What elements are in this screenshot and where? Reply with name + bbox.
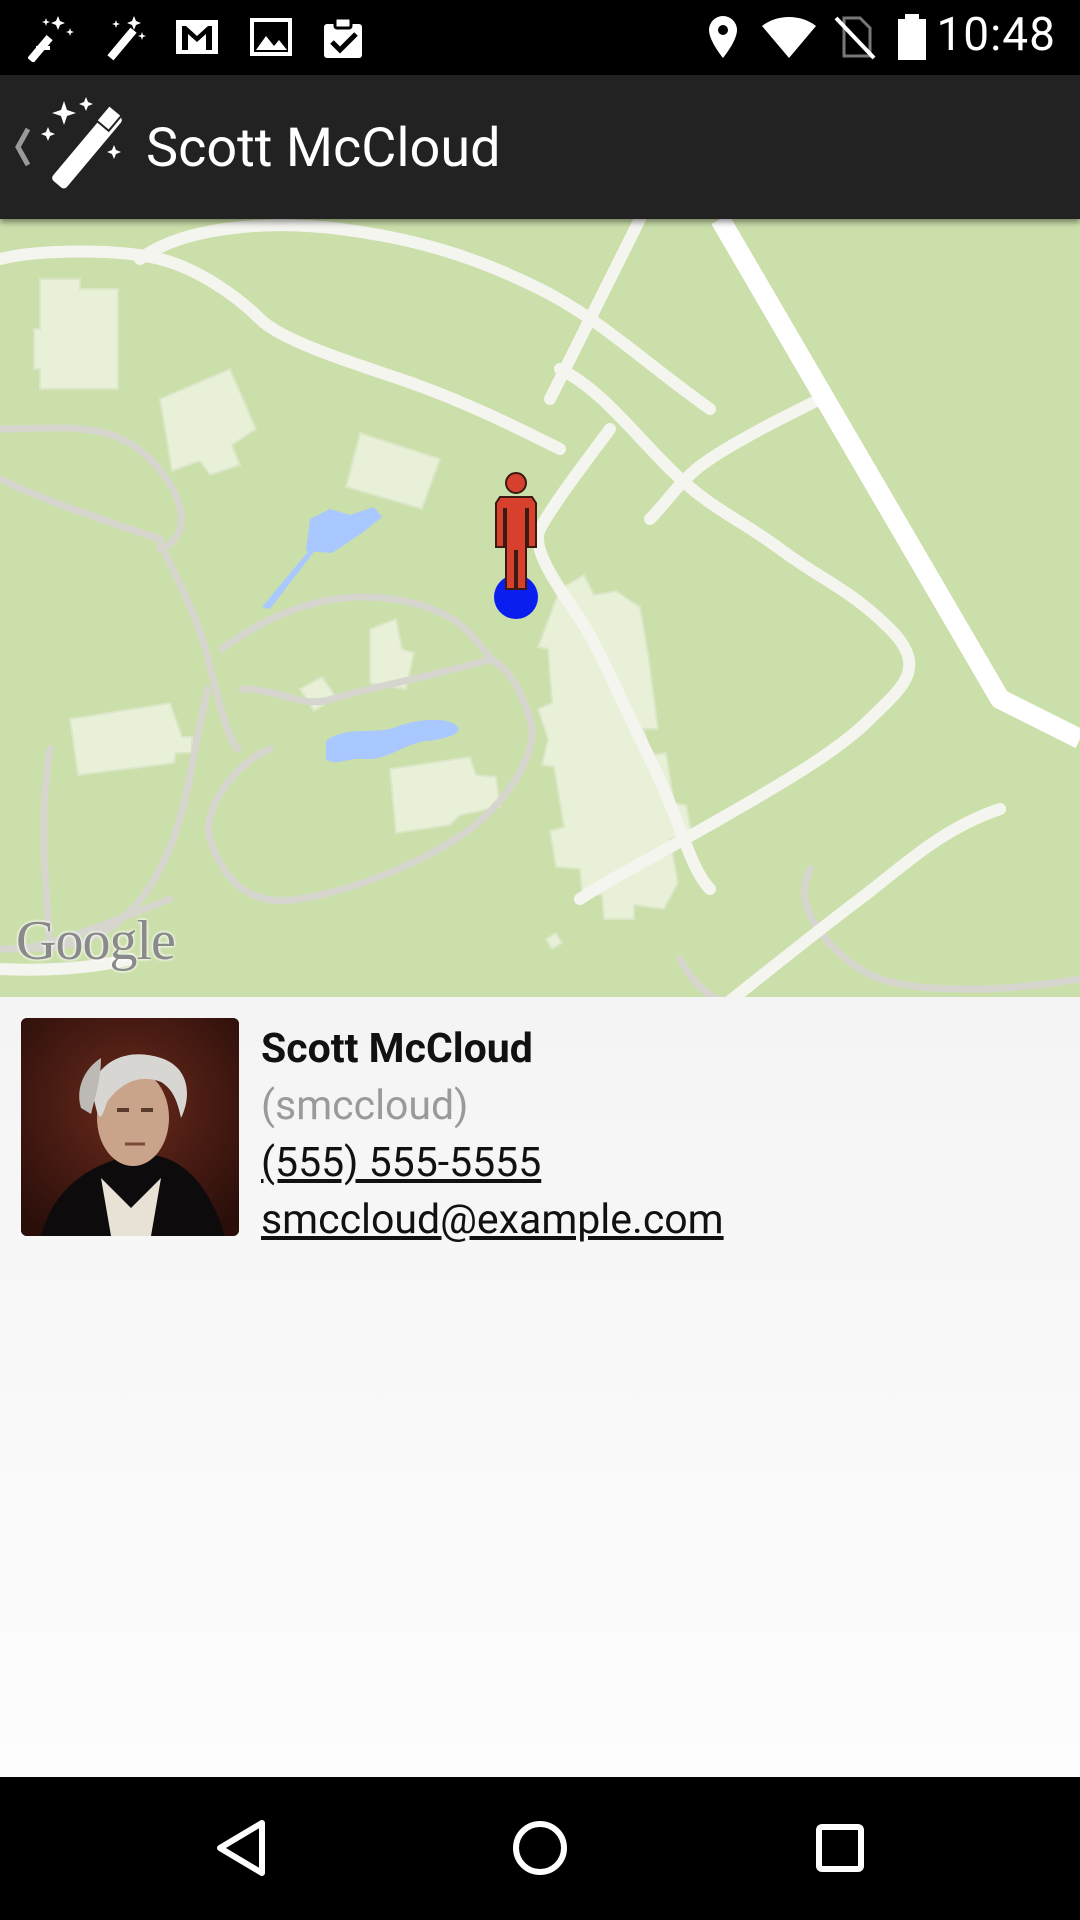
page-title: Scott McCloud (146, 117, 501, 180)
contact-name: Scott McCloud (261, 1025, 533, 1073)
location-icon (698, 12, 748, 62)
action-bar: Scott McCloud (0, 75, 1080, 219)
clipboard-check-icon (318, 12, 368, 62)
magic-wand-icon[interactable] (36, 97, 136, 197)
magic-wand-sparkle-icon (27, 12, 78, 64)
contact-username: (smccloud) (261, 1082, 469, 1130)
up-caret-icon[interactable] (10, 119, 34, 175)
map-view[interactable]: Google (0, 219, 1080, 997)
clock: 10:48 (936, 8, 1056, 62)
battery-icon (892, 12, 932, 62)
recents-icon[interactable] (805, 1813, 875, 1883)
wifi-icon (760, 12, 818, 62)
status-bar: 10:48 (0, 0, 1080, 75)
phone-link[interactable]: (555) 555-5555 (261, 1139, 541, 1187)
contact-card: Scott McCloud (smccloud) (555) 555-5555 … (0, 997, 1080, 1777)
avatar (21, 1018, 239, 1236)
image-icon (246, 12, 296, 62)
gmail-icon (172, 12, 222, 62)
email-link[interactable]: smccloud@example.com (261, 1196, 724, 1244)
navigation-bar (0, 1777, 1080, 1920)
no-sim-icon (830, 12, 880, 62)
back-icon[interactable] (206, 1813, 276, 1883)
magic-wand-icon (98, 12, 148, 62)
location-marker-icon[interactable] (488, 469, 544, 619)
google-attribution: Google (16, 910, 176, 972)
home-icon[interactable] (505, 1813, 575, 1883)
